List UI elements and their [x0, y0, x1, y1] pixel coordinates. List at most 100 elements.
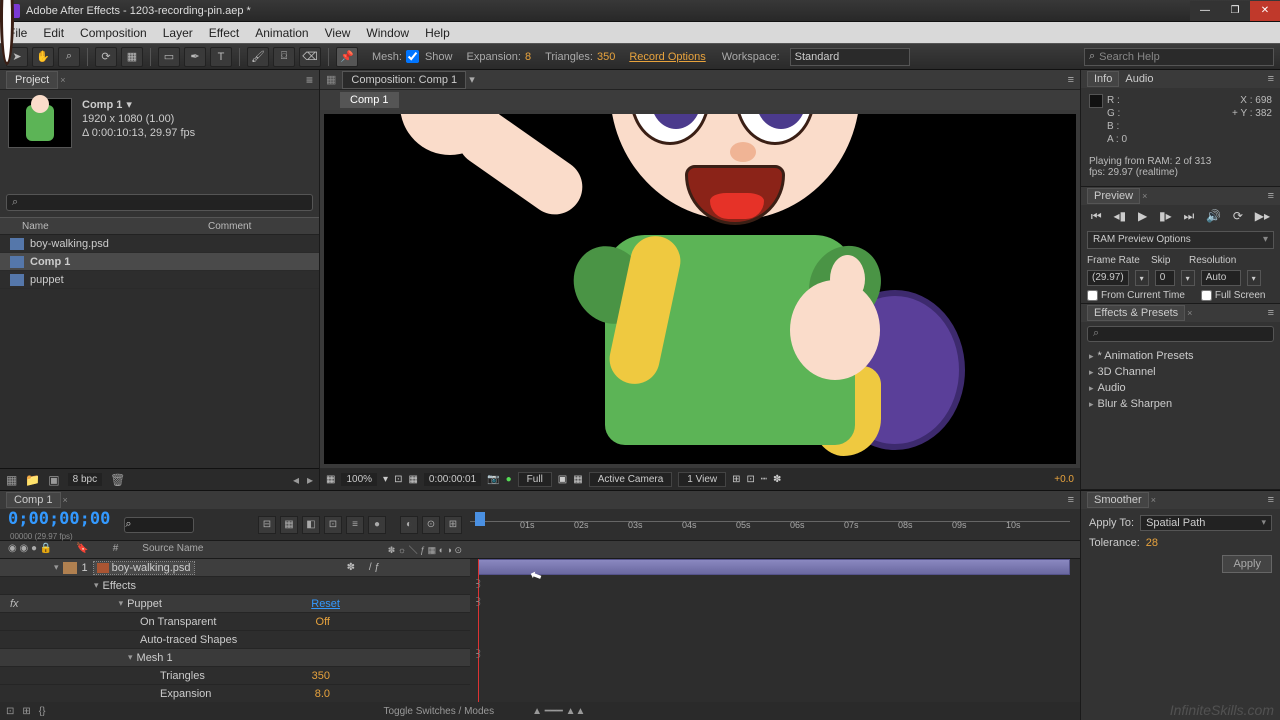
tl-btn-8[interactable]: ⊙	[422, 516, 440, 534]
panel-menu-icon[interactable]: ≡	[1268, 190, 1274, 202]
timeline-icon[interactable]: ⊡	[747, 474, 755, 485]
close-icon[interactable]: ×	[1187, 308, 1192, 318]
panel-menu-icon[interactable]: ≡	[1268, 73, 1274, 85]
current-time[interactable]: 0:00:00:01	[424, 473, 481, 486]
audio-tab[interactable]: Audio	[1119, 72, 1159, 86]
menu-effect[interactable]: Effect	[201, 26, 247, 40]
time-ruler[interactable]: 01s02s03s04s05s06s07s08s09s10s	[470, 509, 1080, 540]
fullscreen-checkbox[interactable]: Full Screen	[1201, 290, 1266, 301]
panel-menu-icon[interactable]: ≡	[1068, 494, 1074, 506]
apply-button[interactable]: Apply	[1222, 555, 1272, 573]
pen-tool[interactable]: ✒	[184, 47, 206, 67]
mute-button[interactable]: 🔊	[1206, 209, 1221, 223]
clone-tool[interactable]: ⌼	[273, 47, 295, 67]
loop-button[interactable]: ⟳	[1233, 209, 1243, 223]
flow-icon[interactable]: ┉	[761, 474, 767, 485]
cti-indicator[interactable]	[475, 512, 485, 526]
mesh-1[interactable]: ▾Mesh 1	[0, 649, 470, 667]
bpc-button[interactable]: 8 bpc	[68, 473, 102, 486]
res-dd[interactable]: ▾	[1247, 270, 1261, 286]
search-help-input[interactable]: Search Help	[1084, 48, 1274, 66]
menu-window[interactable]: Window	[358, 26, 417, 40]
first-frame-button[interactable]: ⏮	[1091, 209, 1102, 224]
dropdown-icon[interactable]: ▾	[126, 98, 132, 112]
twirl-icon[interactable]: ▾	[54, 562, 59, 573]
ram-preview-dropdown[interactable]: RAM Preview Options	[1087, 231, 1274, 249]
rect-tool[interactable]: ▭	[158, 47, 180, 67]
transp-icon[interactable]: ▦	[408, 474, 417, 485]
trash-icon[interactable]: 🗑	[110, 473, 125, 487]
tl-btn-5[interactable]: ≡	[346, 516, 364, 534]
panel-menu-icon[interactable]: ≡	[1068, 74, 1074, 86]
preview-tab[interactable]: Preview	[1087, 188, 1140, 204]
marker-icon[interactable]: ⫖	[476, 579, 480, 590]
prev-frame-button[interactable]: ◂▮	[1114, 209, 1127, 223]
effect-category[interactable]: Blur & Sharpen	[1081, 396, 1280, 412]
record-options[interactable]: Record Options	[629, 51, 705, 63]
resolution-dropdown[interactable]: Full	[518, 472, 552, 487]
eraser-tool[interactable]: ⌫	[299, 47, 321, 67]
project-tab[interactable]: Project	[6, 71, 58, 89]
exposure-value[interactable]: +0.0	[1054, 474, 1074, 485]
camera-tool[interactable]: ▦	[121, 47, 143, 67]
brush-tool[interactable]: 🖌	[247, 47, 269, 67]
layer-name[interactable]: boy-walking.psd	[94, 562, 194, 574]
effect-category[interactable]: Audio	[1081, 380, 1280, 396]
toggle-switches[interactable]: Toggle Switches / Modes	[383, 706, 494, 717]
tl-btn-4[interactable]: ⊡	[324, 516, 342, 534]
zoom-tool[interactable]: ⌕	[58, 47, 80, 67]
project-item[interactable]: Comp 1	[0, 253, 319, 271]
from-current-checkbox[interactable]: From Current Time	[1087, 290, 1185, 301]
tl-btn-6[interactable]: ●	[368, 516, 386, 534]
tl-foot-3[interactable]: {}	[39, 706, 46, 717]
panel-menu-icon[interactable]: ≡	[1268, 494, 1274, 506]
tl-btn-7[interactable]: ◐	[400, 516, 418, 534]
smoother-tab[interactable]: Smoother	[1087, 492, 1149, 508]
info-tab[interactable]: Info	[1087, 71, 1119, 87]
comp-tab[interactable]: Comp 1	[340, 92, 399, 108]
minimize-button[interactable]: —	[1190, 1, 1220, 21]
zoom-dd[interactable]: ▾	[383, 474, 388, 485]
scroll-left-icon[interactable]: ◂	[293, 473, 299, 487]
tl-btn-9[interactable]: ⊞	[444, 516, 462, 534]
menu-layer[interactable]: Layer	[155, 26, 201, 40]
close-icon[interactable]: ×	[60, 75, 65, 85]
puppet-effect[interactable]: fx▾PuppetReset	[0, 595, 470, 613]
menu-help[interactable]: Help	[417, 26, 458, 40]
panel-menu-icon[interactable]: ≡	[306, 73, 313, 87]
close-icon[interactable]: ×	[63, 495, 68, 505]
color-icon[interactable]: ●	[506, 474, 512, 485]
pixel-icon[interactable]: ⊞	[732, 474, 740, 485]
close-button[interactable]: ✕	[1250, 1, 1280, 21]
effects-group[interactable]: ▾Effects	[0, 577, 470, 595]
apply-to-dropdown[interactable]: Spatial Path	[1140, 515, 1272, 531]
workspace-dropdown[interactable]: Standard	[790, 48, 910, 66]
comp-breadcrumb[interactable]: Composition: Comp 1	[342, 71, 466, 89]
col-comment[interactable]: Comment	[200, 221, 251, 232]
next-frame-button[interactable]: ▮▸	[1159, 209, 1172, 223]
puppet-tool[interactable]: 📌	[336, 47, 358, 67]
reset-link[interactable]: Reset	[311, 598, 340, 610]
scroll-right-icon[interactable]: ▸	[307, 473, 313, 487]
tl-btn-1[interactable]: ⊟	[258, 516, 276, 534]
framerate-dd[interactable]: ▾	[1135, 270, 1149, 286]
effect-category[interactable]: 3D Channel	[1081, 364, 1280, 380]
col-name[interactable]: Name	[0, 221, 200, 232]
effect-category[interactable]: * Animation Presets	[1081, 348, 1280, 364]
preview-res[interactable]: Auto	[1201, 270, 1241, 286]
timeline-search[interactable]: ⌕	[124, 517, 194, 533]
interpret-icon[interactable]: ▦	[6, 473, 17, 487]
close-icon[interactable]: ×	[1151, 495, 1156, 505]
project-item[interactable]: boy-walking.psd	[0, 235, 319, 253]
tracks-area[interactable]: ⫖ ⫖ ⫖ ⬉	[470, 559, 1080, 702]
effects-tab[interactable]: Effects & Presets	[1087, 305, 1185, 321]
skip-field[interactable]: 0	[1155, 270, 1175, 286]
play-button[interactable]: ▶	[1138, 209, 1147, 223]
project-item[interactable]: puppet	[0, 271, 319, 289]
expansion-value[interactable]: 8	[525, 51, 531, 63]
rotate-tool[interactable]: ⟳	[95, 47, 117, 67]
ram-preview-button[interactable]: ▶▸	[1255, 209, 1270, 223]
tolerance-value[interactable]: 28	[1146, 537, 1158, 549]
menu-composition[interactable]: Composition	[72, 26, 155, 40]
viewport[interactable]	[324, 114, 1076, 464]
